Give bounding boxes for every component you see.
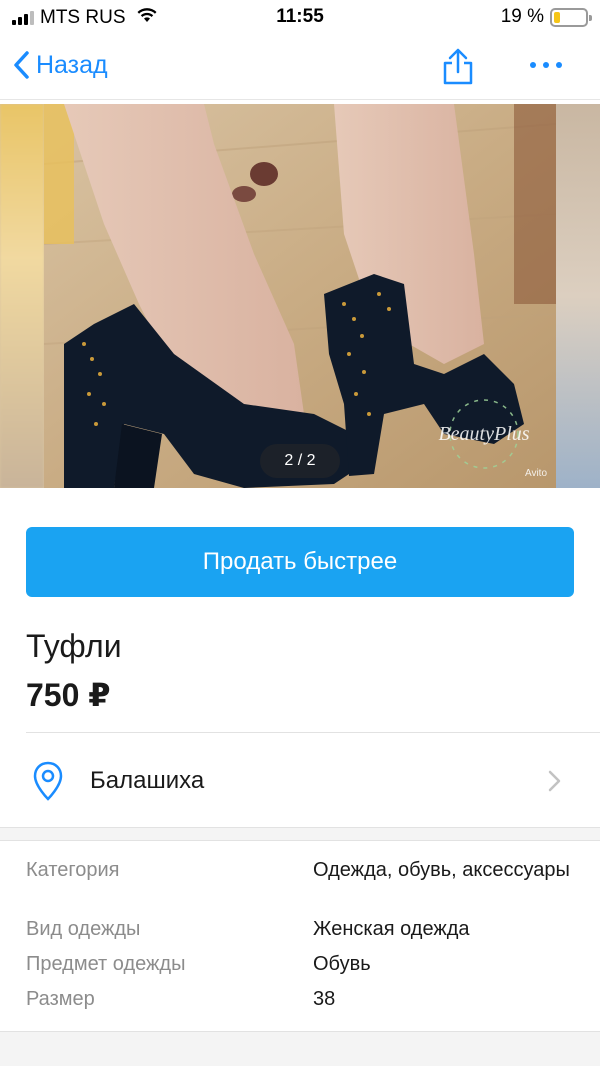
- battery-percent: 19 %: [500, 6, 544, 27]
- location-pin-icon: [33, 761, 63, 801]
- status-bar: MTS RUS 11:55 19 %: [0, 0, 600, 36]
- more-options-button[interactable]: [530, 62, 562, 68]
- section-separator: [0, 827, 600, 841]
- param-value: Одежда, обувь, аксессуары: [313, 859, 570, 881]
- next-photo-peek[interactable]: [556, 104, 600, 488]
- previous-photo-peek[interactable]: [0, 104, 44, 488]
- param-value: Женская одежда: [313, 918, 470, 940]
- share-button[interactable]: [440, 48, 476, 91]
- listing-price: 750 ₽: [26, 677, 111, 713]
- param-value: Обувь: [313, 953, 371, 975]
- sell-faster-button[interactable]: Продать быстрее: [26, 527, 574, 597]
- photo-gallery[interactable]: BeautyPlus Avito 2 / 2: [0, 104, 600, 488]
- photo-counter: 2 / 2: [260, 444, 340, 478]
- listing-photo[interactable]: BeautyPlus Avito: [44, 104, 556, 488]
- watermark-small-text: Avito: [525, 468, 547, 479]
- location-row[interactable]: Балашиха: [0, 733, 600, 827]
- param-key: Вид одежды: [26, 918, 141, 940]
- chevron-left-icon: [14, 51, 29, 79]
- navigation-bar: Назад: [0, 36, 600, 100]
- section-separator-bottom: [0, 1031, 600, 1066]
- back-button[interactable]: Назад: [12, 50, 108, 80]
- param-key: Категория: [26, 859, 120, 881]
- param-key: Размер: [26, 988, 95, 1010]
- chevron-right-icon: [548, 770, 561, 792]
- listing-title: Туфли: [26, 628, 122, 664]
- status-right: 19 %: [500, 6, 592, 28]
- watermark-text: BeautyPlus: [438, 423, 529, 445]
- param-value: 38: [313, 988, 336, 1010]
- back-label: Назад: [36, 50, 108, 79]
- param-key: Предмет одежды: [26, 953, 186, 975]
- location-name: Балашиха: [90, 767, 205, 794]
- share-icon: [443, 48, 473, 85]
- battery-icon: [550, 7, 592, 27]
- more-dots-icon: [530, 62, 536, 68]
